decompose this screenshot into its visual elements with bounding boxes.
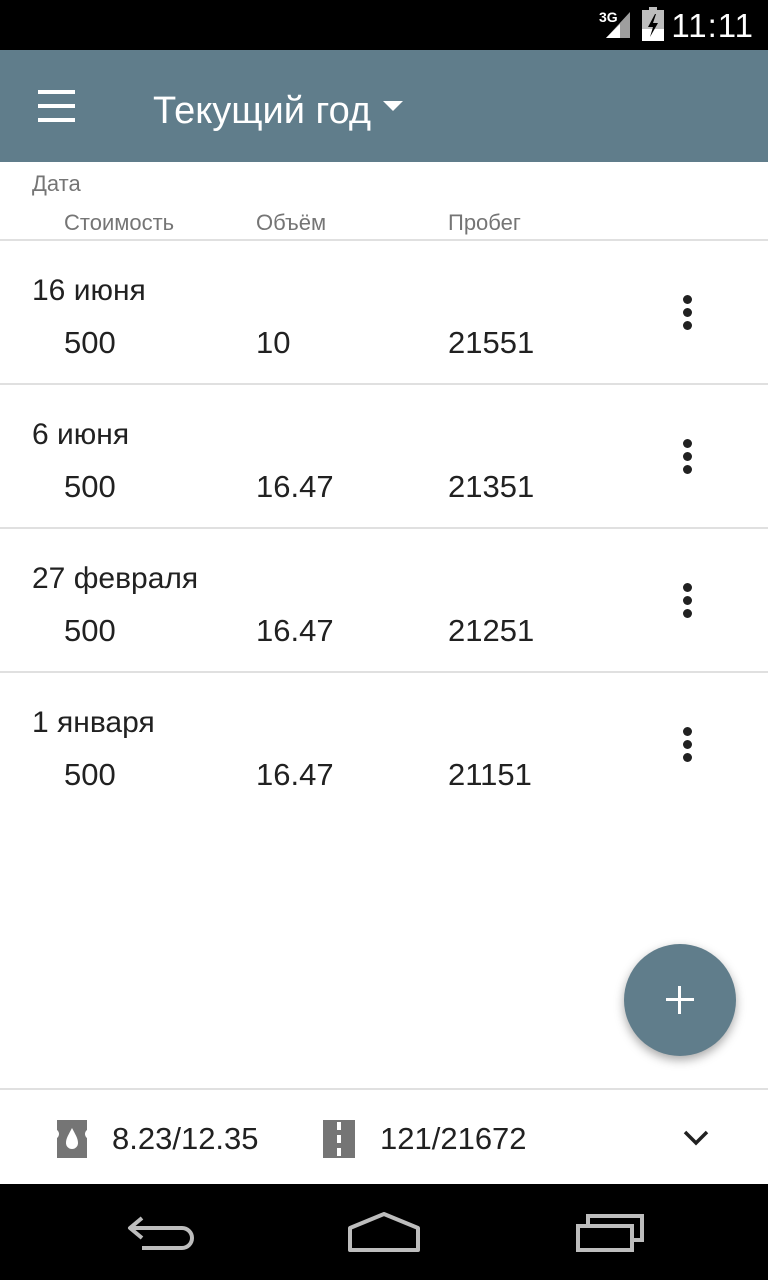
dropdown-arrow-icon [383, 101, 404, 111]
header-date: Дата [32, 171, 81, 196]
period-title: Текущий год [153, 89, 372, 132]
entry-cost: 500 [64, 469, 116, 504]
entry-volume: 16.47 [256, 757, 334, 792]
signal-icon [606, 12, 630, 38]
distance-value: 121/21672 [380, 1121, 527, 1156]
add-entry-button[interactable] [624, 944, 736, 1056]
header-cost: Стоимость [64, 210, 175, 235]
more-options-icon[interactable] [664, 289, 712, 337]
entry-date: 6 июня [32, 418, 130, 451]
entry-date: 1 января [32, 706, 155, 739]
entry-mileage: 21551 [448, 325, 535, 360]
home-icon [348, 1212, 420, 1252]
entry-cost: 500 [64, 325, 116, 360]
summary-bar: 8.23/12.35 121/21672 [0, 1088, 768, 1184]
expand-summary-button[interactable] [672, 1114, 720, 1162]
entry-volume: 10 [256, 325, 291, 360]
entry-volume: 16.47 [256, 469, 334, 504]
road-icon [323, 1120, 355, 1158]
entry-volume: 16.47 [256, 613, 334, 648]
chevron-down-icon [683, 1130, 709, 1146]
more-options-icon[interactable] [664, 577, 712, 625]
refuel-entry[interactable]: 27 февраля 500 16.47 21251 [0, 529, 768, 673]
more-options-icon[interactable] [664, 433, 712, 481]
entry-date: 16 июня [32, 274, 146, 307]
battery-charging-icon [642, 7, 664, 41]
entry-date: 27 февраля [32, 562, 199, 595]
entry-mileage: 21351 [448, 469, 535, 504]
header-mileage: Пробег [448, 210, 521, 235]
refuel-entry[interactable]: 6 июня 500 16.47 21351 [0, 385, 768, 529]
period-selector[interactable]: Текущий год [153, 86, 404, 136]
fuel-drop-icon [57, 1120, 87, 1158]
app-bar: Текущий год [0, 50, 768, 162]
entry-cost: 500 [64, 757, 116, 792]
more-options-icon[interactable] [664, 721, 712, 769]
column-header: Дата Стоимость Объём Пробег [0, 162, 768, 241]
header-volume: Объём [256, 210, 327, 235]
clock: 11:11 [671, 7, 754, 44]
menu-button[interactable] [24, 80, 88, 134]
system-nav-bar [0, 1184, 768, 1280]
back-icon [128, 1216, 194, 1250]
home-button[interactable] [344, 1204, 424, 1260]
back-button[interactable] [120, 1204, 200, 1260]
refuel-list: 16 июня 500 10 21551 6 июня 500 16.47 21… [0, 241, 768, 817]
consumption-value: 8.23/12.35 [112, 1121, 259, 1156]
entry-mileage: 21151 [448, 757, 532, 792]
recents-icon [576, 1214, 644, 1252]
refuel-entry[interactable]: 16 июня 500 10 21551 [0, 241, 768, 385]
entry-mileage: 21251 [448, 613, 535, 648]
status-bar: 3G 11:11 [0, 0, 768, 50]
refuel-entry[interactable]: 1 января 500 16.47 21151 [0, 673, 768, 817]
entry-cost: 500 [64, 613, 116, 648]
recents-button[interactable] [572, 1204, 652, 1260]
